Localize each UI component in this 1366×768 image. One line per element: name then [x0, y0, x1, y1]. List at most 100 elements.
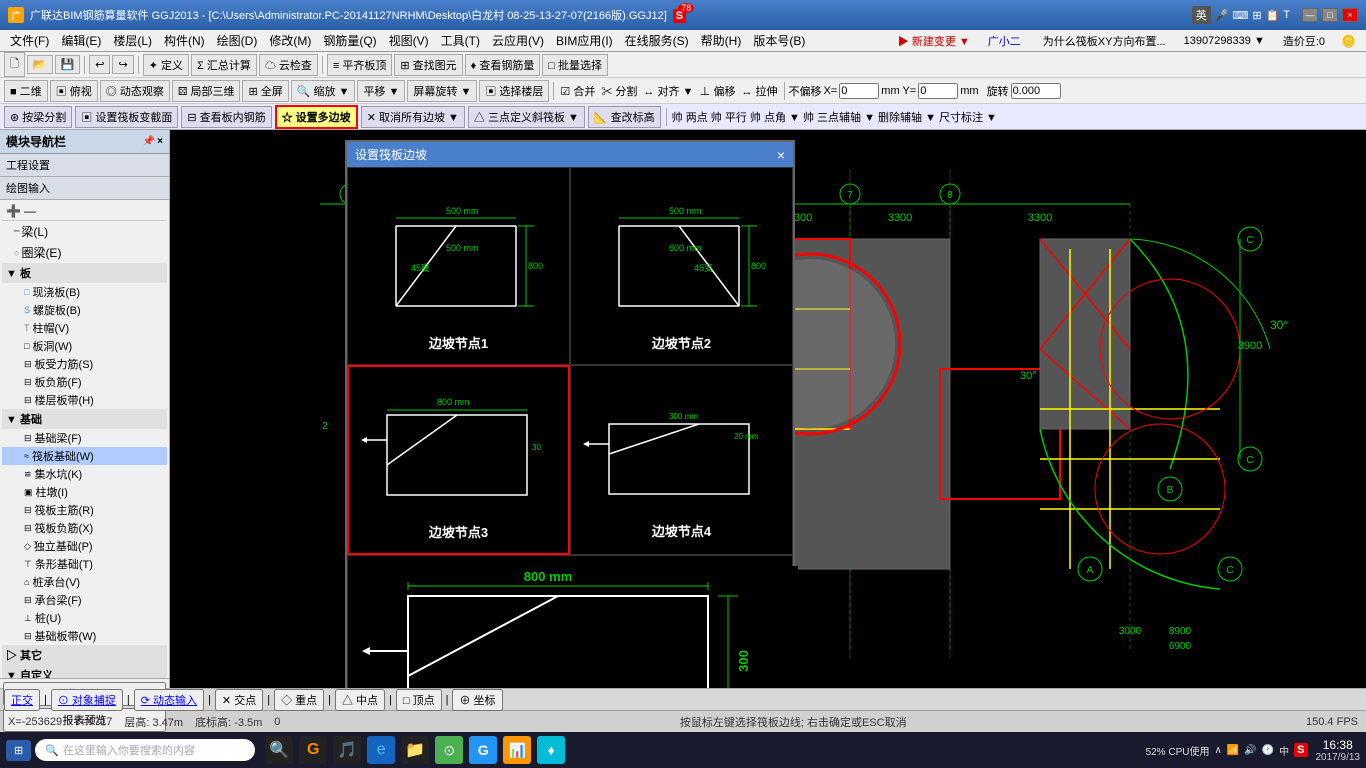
snap-vertex[interactable]: □ 顶点 [396, 689, 442, 711]
task-app-folder[interactable]: 📁 [401, 736, 429, 764]
align-top-btn[interactable]: ≡ 平齐板顶 [327, 54, 392, 76]
sidebar-item-column-cap[interactable]: T 柱帽(V) [2, 319, 167, 337]
sidebar-item-raft-found[interactable]: ≈ 筏板基础(W) [2, 447, 167, 465]
sidebar-item-slab-hole[interactable]: □ 板洞(W) [2, 337, 167, 355]
close-btn[interactable]: × [1342, 8, 1358, 22]
sidebar-item-raft-neg-rebar[interactable]: ⊟ 筏板负筋(X) [2, 519, 167, 537]
new-btn[interactable]: 🗋 [4, 52, 25, 77]
taskbar-search[interactable]: 🔍 在这里输入你要搜索的内容 [35, 739, 255, 761]
screen-rotate-btn[interactable]: 屏幕旋转 ▼ [407, 80, 477, 102]
calc-btn[interactable]: Σ 汇总计算 [191, 54, 257, 76]
menu-draw[interactable]: 绘图(D) [211, 30, 264, 51]
sidebar-item-isolated-found[interactable]: ◇ 独立基础(P) [2, 537, 167, 555]
3pt-slope-btn[interactable]: △ 三点定义斜筏板 ▼ [468, 106, 585, 128]
sidebar-item-strip-found[interactable]: ⊤ 条形基础(T) [2, 555, 167, 573]
task-app-g[interactable]: G [469, 736, 497, 764]
maximize-btn[interactable]: □ [1322, 8, 1338, 22]
sidebar-item-pile[interactable]: ⊥ 桩(U) [2, 609, 167, 627]
sidebar-section-custom[interactable]: ▼ 自定义 [2, 665, 167, 678]
snap-midpoint[interactable]: ◇ 重点 [274, 689, 324, 711]
cloud-check-btn[interactable]: ☁ 云检查 [259, 54, 318, 76]
task-app-2[interactable]: G [299, 736, 327, 764]
start-button[interactable]: ⊞ [6, 740, 31, 761]
phone-btn[interactable]: 13907298339 ▼ [1178, 33, 1271, 49]
sidebar-item-raft-main-rebar[interactable]: ⊟ 筏板主筋(R) [2, 501, 167, 519]
menu-bim[interactable]: BIM应用(I) [550, 30, 619, 51]
find-elem-btn[interactable]: ⊞ 查找图元 [394, 54, 462, 76]
snap-dynamic[interactable]: ⟳ 动态输入 [134, 689, 204, 711]
lang-selector[interactable]: 英 [1192, 6, 1211, 24]
local-3d-btn[interactable]: ⚄ 局部三维 [172, 80, 241, 102]
task-app-orange[interactable]: 📊 [503, 736, 531, 764]
snap-coordinate[interactable]: ⊕ 坐标 [452, 689, 502, 711]
minimize-btn[interactable]: — [1302, 8, 1318, 22]
sidebar-section-slab[interactable]: ▼ 板 [2, 263, 167, 283]
sohu-tray-icon[interactable]: S [1294, 743, 1307, 757]
x-coord-input[interactable] [839, 83, 879, 99]
delete-comp-btn[interactable]: — [24, 204, 36, 218]
snap-orthogonal[interactable]: 正交 [4, 689, 40, 711]
task-app-green[interactable]: ⊙ [435, 736, 463, 764]
slope-node-4[interactable]: 20 mm 300 mm 边坡节点4 [570, 365, 793, 555]
sidebar-item-beam[interactable]: ━ 梁(L) [2, 221, 167, 242]
menu-tools[interactable]: 工具(T) [435, 30, 486, 51]
snap-intersection[interactable]: ✕ 交点 [215, 689, 263, 711]
sidebar-section-foundation[interactable]: ▼ 基础 [2, 409, 167, 429]
menu-floor[interactable]: 楼层(L) [107, 30, 158, 51]
sidebar-engineering-setup[interactable]: 工程设置 [0, 154, 169, 177]
dialog-titlebar[interactable]: 设置筏板边坡 × [347, 142, 793, 167]
slope-node-2[interactable]: 45变 500 mm 800 600 mm 边坡节点2 [570, 167, 793, 365]
menu-edit[interactable]: 编辑(E) [55, 30, 107, 51]
sidebar-item-slab-rebar-s[interactable]: ⊟ 板受力筋(S) [2, 355, 167, 373]
sidebar-item-slab-neg-rebar[interactable]: ⊟ 板负筋(F) [2, 373, 167, 391]
sidebar-section-others[interactable]: ▷ 其它 [2, 645, 167, 665]
snap-center[interactable]: △ 中点 [335, 689, 385, 711]
snap-object[interactable]: ⊙ 对象捕捉 [51, 689, 123, 711]
rotate-input[interactable] [1011, 83, 1061, 99]
view-inner-rebar-btn[interactable]: ⊟ 查看板内钢筋 [181, 106, 271, 128]
menu-file[interactable]: 文件(F) [4, 30, 55, 51]
zoom-btn[interactable]: 🔍 缩放 ▼ [291, 80, 356, 102]
modify-elevation-btn[interactable]: 📐 查改标高 [588, 106, 661, 128]
menu-help[interactable]: 帮助(H) [695, 30, 748, 51]
sidebar-item-found-beam[interactable]: ⊟ 基础梁(F) [2, 429, 167, 447]
menu-modify[interactable]: 修改(M) [263, 30, 317, 51]
set-cross-section-btn[interactable]: ▣ 设置筏板变截面 [75, 106, 178, 128]
sidebar-item-ring-beam[interactable]: ○ 圈梁(E) [2, 242, 167, 263]
menu-view[interactable]: 视图(V) [383, 30, 435, 51]
sidebar-pin-btn[interactable]: 📌 [143, 136, 155, 147]
menu-online[interactable]: 在线服务(S) [619, 30, 695, 51]
sidebar-item-col-stump[interactable]: ▣ 柱墩(I) [2, 483, 167, 501]
define-btn[interactable]: ✦ 定义 [143, 54, 189, 76]
sidebar-item-cap-beam[interactable]: ⊟ 承台梁(F) [2, 591, 167, 609]
task-app-ie[interactable]: e [367, 736, 395, 764]
add-comp-btn[interactable]: ➕ [6, 204, 21, 218]
sidebar-close-btn[interactable]: × [157, 136, 163, 147]
task-app-1[interactable]: 🔍 [265, 736, 293, 764]
open-btn[interactable]: 📂 [27, 55, 53, 74]
undo-btn[interactable]: ↩ [89, 55, 110, 74]
sidebar-item-pile-cap[interactable]: ⌂ 桩承台(V) [2, 573, 167, 591]
new-change-btn[interactable]: ▶ 新建变更 ▼ [892, 31, 976, 51]
sidebar-item-spiral-slab[interactable]: S 螺旋板(B) [2, 301, 167, 319]
menu-rebar[interactable]: 钢筋量(Q) [317, 30, 382, 51]
sidebar-drawing-input[interactable]: 绘图输入 [0, 177, 169, 200]
save-btn[interactable]: 💾 [55, 55, 81, 74]
fullscreen-btn[interactable]: ⊞ 全屏 [242, 80, 288, 102]
slope-node-1[interactable]: 45度 500 mm 800 500 mm 边坡节点1 [347, 167, 570, 365]
menu-component[interactable]: 构件(N) [158, 30, 211, 51]
dialog-close-btn[interactable]: × [777, 147, 785, 163]
task-app-cyan[interactable]: ♦ [537, 736, 565, 764]
price-btn[interactable]: 造价豆:0 [1277, 31, 1331, 51]
slope-node-3-small[interactable]: 800 mm 30 边坡节点3 [347, 365, 570, 555]
drawing-area[interactable]: 26400 3300 3300 6600 3300 3300 3300 3 4 [170, 130, 1366, 688]
menu-version[interactable]: 版本号(B) [747, 30, 811, 51]
cancel-all-slopes-btn[interactable]: ✕ 取消所有边坡 ▼ [361, 106, 465, 128]
task-app-3[interactable]: 🎵 [333, 736, 361, 764]
dynamic-view-btn[interactable]: ◎ 动态观察 [100, 80, 170, 102]
pan-btn[interactable]: 平移 ▼ [357, 80, 405, 102]
sidebar-item-found-band[interactable]: ⊟ 基础板带(W) [2, 627, 167, 645]
set-multi-slope-btn[interactable]: ☆ 设置多边坡 [275, 105, 358, 129]
sidebar-item-floor-band[interactable]: ⊟ 楼层板带(H) [2, 391, 167, 409]
batch-select-btn[interactable]: □ 批量选择 [542, 54, 608, 76]
